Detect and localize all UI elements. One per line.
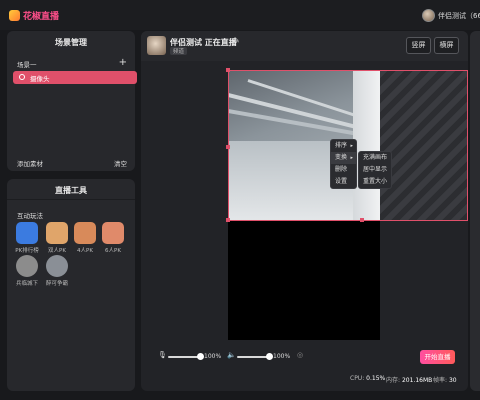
tools-panel: 直播工具 互动玩法 PK排行榜 双人PK 4人PK 6人PK 兵临城下 醉可争霸 xyxy=(7,179,135,391)
four-pk-icon xyxy=(74,222,96,244)
add-scene-button[interactable]: + xyxy=(119,57,127,68)
speaker-icon[interactable]: 🔈 xyxy=(227,351,236,359)
edit-icon[interactable]: ✎ xyxy=(233,36,240,45)
tool-label: 4人PK xyxy=(77,248,93,254)
preview-header: 伴侣测试 正在直播 ✎ 频道 竖屏 横屏 xyxy=(141,31,468,61)
start-live-button[interactable]: 开始直播 xyxy=(420,350,455,364)
settings-icon[interactable]: ◎ xyxy=(297,351,303,359)
mic-volume-value: 100% xyxy=(204,353,222,360)
tools-panel-title: 直播工具 xyxy=(55,186,87,195)
tool-6p-pk[interactable]: 6人PK xyxy=(100,222,126,254)
tools-section-title: 互动玩法 xyxy=(17,212,43,220)
siege-icon xyxy=(16,255,38,277)
tool-contest[interactable]: 醉可争霸 xyxy=(44,255,70,287)
context-menu: 排序 ▸ 变换 ▸ 删除 设置 xyxy=(330,139,357,189)
menu-label: 设置 xyxy=(335,178,348,185)
canvas-out-of-bounds-area xyxy=(379,71,468,221)
scene-footer: 添加素材 清空 xyxy=(17,158,129,168)
audio-controls: 🎙 100% 🔈 100% ◎ 开始直播 xyxy=(141,345,468,369)
speaker-volume-knob[interactable] xyxy=(265,353,273,360)
tool-4p-pk[interactable]: 4人PK xyxy=(72,222,98,254)
pk-rank-icon xyxy=(16,222,38,244)
top-bar: 花椒直播 伴侣测试（66 xyxy=(0,0,480,30)
menu-item-fill-canvas[interactable]: 充满画布 xyxy=(359,152,391,164)
six-pk-icon xyxy=(102,222,124,244)
fps-value: 30 xyxy=(448,377,457,384)
menu-item-delete[interactable]: 删除 xyxy=(331,164,356,176)
speaker-volume-slider[interactable] xyxy=(237,356,269,358)
resize-handle[interactable] xyxy=(360,218,364,222)
scene-row[interactable]: 场景一 + xyxy=(17,57,129,69)
transform-submenu: 充满画布 居中显示 重置大小 xyxy=(358,151,392,189)
resize-handle[interactable] xyxy=(226,218,230,222)
camera-feed[interactable] xyxy=(228,71,380,221)
canvas-empty-area[interactable] xyxy=(228,221,380,340)
menu-label: 排序 xyxy=(335,142,348,149)
menu-item-center[interactable]: 居中显示 xyxy=(359,164,391,176)
fps-label: 帧率: xyxy=(433,377,448,384)
scene-panel-title: 场景管理 xyxy=(55,38,87,47)
app-logo-icon xyxy=(9,10,20,21)
source-label: 摄像头 xyxy=(30,75,50,83)
scene-panel: 场景管理 场景一 + 摄像头 添加素材 清空 xyxy=(7,31,137,171)
portrait-mode-button[interactable]: 竖屏 xyxy=(406,37,431,54)
clear-button[interactable]: 清空 xyxy=(114,158,127,168)
landscape-mode-button[interactable]: 横屏 xyxy=(434,37,459,54)
memory-value: 201.16MB xyxy=(401,377,433,384)
preview-panel: 伴侣测试 正在直播 ✎ 频道 竖屏 横屏 xyxy=(141,31,468,391)
app-name: 花椒直播 xyxy=(23,12,60,22)
microphone-icon[interactable]: 🎙 xyxy=(158,351,167,359)
resize-handle[interactable] xyxy=(226,68,230,72)
contest-icon xyxy=(46,255,68,277)
menu-item-sort[interactable]: 排序 ▸ xyxy=(331,140,356,152)
tool-label: 兵临城下 xyxy=(15,281,38,287)
menu-label: 变换 xyxy=(335,154,348,161)
chevron-right-icon: ▸ xyxy=(350,155,353,161)
status-bar: CPU: 0.15% 内存: 201.16MB 帧率: 30 xyxy=(141,375,468,385)
menu-item-settings[interactable]: 设置 xyxy=(331,176,356,188)
menu-label: 删除 xyxy=(335,166,348,173)
tool-siege[interactable]: 兵临城下 xyxy=(14,255,40,287)
user-name[interactable]: 伴侣测试（66 xyxy=(438,11,480,21)
fps-stat: 帧率: 30 xyxy=(433,375,457,384)
tool-label: PK排行榜 xyxy=(15,248,39,254)
column-image xyxy=(353,71,380,221)
resize-handle[interactable] xyxy=(226,145,230,149)
memory-stat: 内存: 201.16MB xyxy=(386,375,432,384)
source-item-camera[interactable]: 摄像头 xyxy=(13,71,137,84)
camera-icon xyxy=(19,74,25,80)
menu-item-transform[interactable]: 变换 ▸ xyxy=(331,152,356,164)
cpu-stat: CPU: 0.15% xyxy=(350,375,385,382)
mic-volume-slider[interactable] xyxy=(168,356,200,358)
chevron-right-icon: ▸ xyxy=(350,143,353,149)
tool-label: 醉可争霸 xyxy=(45,281,68,287)
tool-label: 双人PK xyxy=(48,248,66,254)
divider xyxy=(7,199,135,200)
tool-dual-pk[interactable]: 双人PK xyxy=(44,222,70,254)
cpu-label: CPU: xyxy=(350,375,365,382)
dual-pk-icon xyxy=(46,222,68,244)
speaker-volume-value: 100% xyxy=(273,353,291,360)
mic-volume-knob[interactable] xyxy=(196,353,204,360)
cpu-value: 0.15% xyxy=(366,375,386,382)
scene-name: 场景一 xyxy=(17,61,37,69)
user-avatar[interactable] xyxy=(422,9,435,22)
right-panel-edge xyxy=(470,31,480,391)
channel-badge: 频道 xyxy=(170,47,188,55)
add-material-button[interactable]: 添加素材 xyxy=(17,160,43,168)
menu-item-reset-size[interactable]: 重置大小 xyxy=(359,176,391,188)
tool-label: 6人PK xyxy=(105,248,121,254)
host-avatar xyxy=(147,36,166,55)
tool-pk-rank[interactable]: PK排行榜 xyxy=(14,222,40,254)
memory-label: 内存: xyxy=(386,377,401,384)
